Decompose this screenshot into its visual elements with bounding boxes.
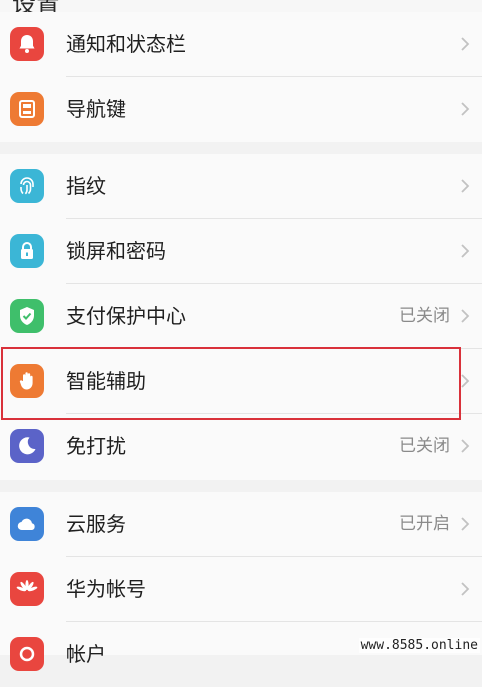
fingerprint-icon (10, 169, 44, 203)
settings-item-cloud-service[interactable]: 云服务 已开启 (0, 492, 482, 557)
status-text: 已开启 (399, 514, 450, 534)
settings-item-label: 通知和状态栏 (66, 32, 186, 56)
lock-icon (10, 234, 44, 268)
chevron-right-icon (461, 439, 470, 453)
settings-item-label: 导航键 (66, 97, 126, 121)
settings-item-label: 智能辅助 (66, 369, 146, 393)
watermark-text: www.8585.online (358, 638, 480, 653)
settings-item-label: 支付保护中心 (66, 304, 186, 328)
settings-item-label: 免打扰 (66, 434, 126, 458)
navigation-key-icon (10, 92, 44, 126)
settings-item-navigation-key[interactable]: 导航键 (0, 77, 482, 142)
status-text: 已关闭 (399, 306, 450, 326)
status-text: 已关闭 (399, 436, 450, 456)
chevron-right-icon (461, 179, 470, 193)
chevron-right-icon (461, 102, 470, 116)
settings-group-account: 云服务 已开启 华为帐号 帐户 (0, 492, 482, 671)
settings-item-fingerprint[interactable]: 指纹 (0, 154, 482, 219)
bell-icon (10, 27, 44, 61)
settings-group-security: 指纹 锁屏和密码 支付保护中心 已关闭 智能辅助 免打扰 已关闭 (0, 154, 482, 480)
chevron-right-icon (461, 374, 470, 388)
settings-item-notifications[interactable]: 通知和状态栏 (0, 12, 482, 77)
settings-item-label: 锁屏和密码 (66, 239, 166, 263)
hand-icon (10, 364, 44, 398)
chevron-right-icon (461, 37, 470, 51)
moon-icon (10, 429, 44, 463)
account-icon (10, 637, 44, 671)
settings-item-label: 云服务 (66, 512, 126, 536)
chevron-right-icon (461, 582, 470, 596)
chevron-right-icon (461, 309, 470, 323)
settings-item-smart-assist[interactable]: 智能辅助 (0, 349, 482, 414)
settings-item-huawei-account[interactable]: 华为帐号 (0, 557, 482, 622)
settings-item-label: 华为帐号 (66, 577, 146, 601)
settings-item-do-not-disturb[interactable]: 免打扰 已关闭 (0, 414, 482, 479)
chevron-right-icon (461, 517, 470, 531)
chevron-right-icon (461, 244, 470, 258)
settings-group-display: 通知和状态栏 导航键 (0, 12, 482, 142)
settings-item-lock-screen[interactable]: 锁屏和密码 (0, 219, 482, 284)
cloud-icon (10, 507, 44, 541)
shield-check-icon (10, 299, 44, 333)
settings-item-label: 指纹 (66, 174, 106, 198)
settings-item-payment-protection[interactable]: 支付保护中心 已关闭 (0, 284, 482, 349)
huawei-logo-icon (10, 572, 44, 606)
